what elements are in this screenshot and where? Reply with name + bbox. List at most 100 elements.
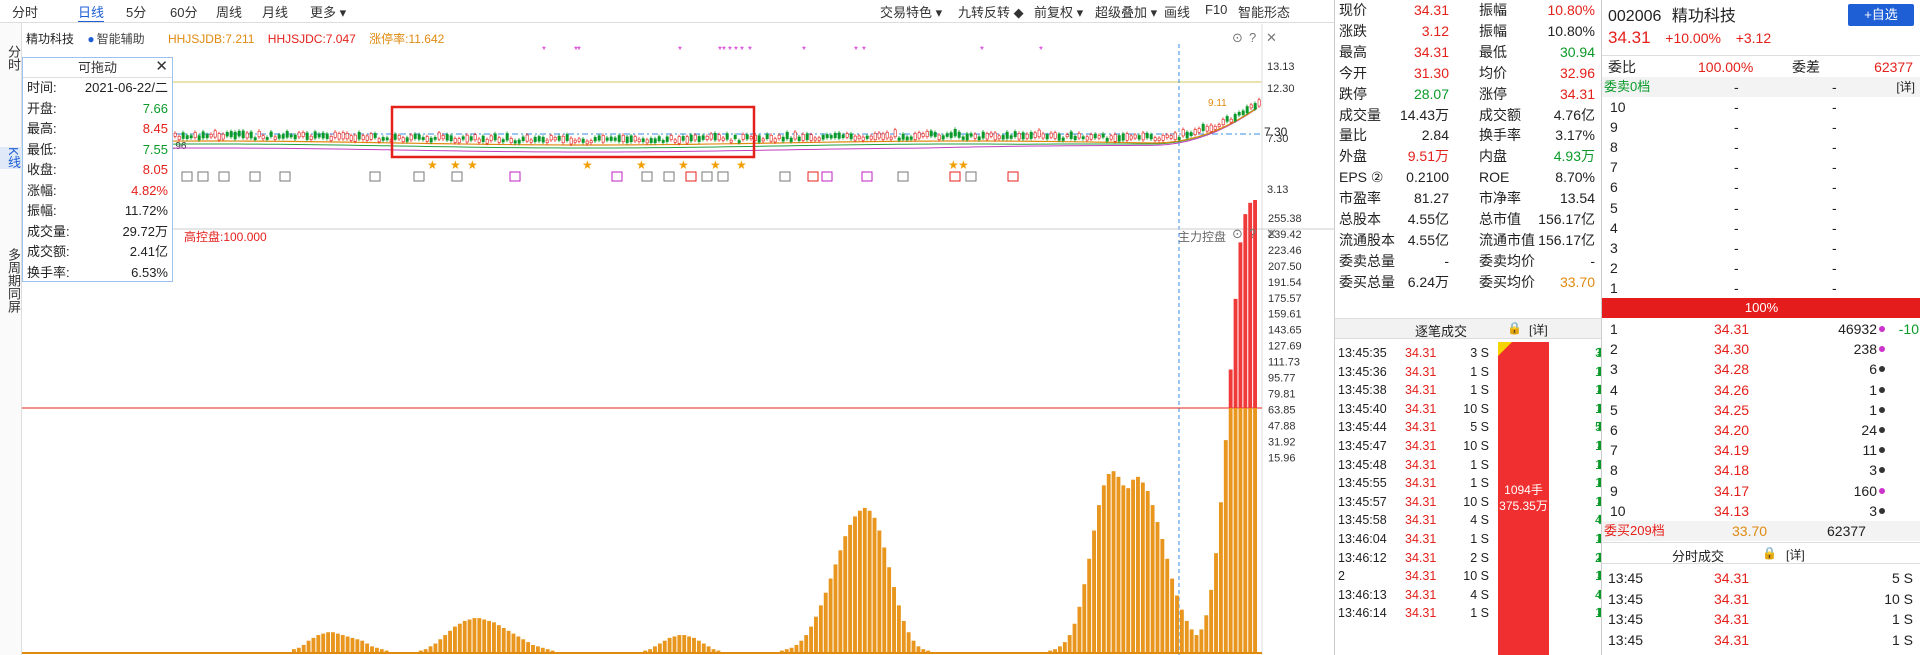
toolbar-item-4[interactable]: 周线 [216, 2, 242, 21]
buy-level-vol: 3 [1869, 502, 1877, 519]
tick-price: 34.31 [1405, 346, 1437, 360]
panel-row-label: 成交量: [27, 223, 70, 239]
sell-level-vol: - [1832, 119, 1837, 136]
tab-kline[interactable]: K线 [0, 147, 22, 169]
ticks-detail-link[interactable]: [详] [1529, 321, 1548, 338]
asterisk-marker-icon: * [802, 45, 806, 56]
price-axis-label: 3.13 [1267, 184, 1288, 196]
volume-bar [535, 646, 540, 652]
tab-multi-period[interactable]: 多周期同屏 [0, 248, 22, 313]
big-order-label: 1094手 375.35万 [1498, 482, 1549, 514]
toolbar-right-item-1[interactable]: 九转反转 ◆ [958, 2, 1024, 21]
indicator-hhjsjdc: HHJSJDC:7.047 [267, 32, 356, 46]
volume-axis-label: 207.50 [1268, 261, 1302, 273]
volume-bar [662, 640, 667, 652]
sell-level-vol: - [1832, 279, 1837, 296]
volume-bar [1170, 578, 1175, 652]
panel-row-label: 开盘: [27, 100, 57, 116]
tick-time: 13:45:55 [1338, 476, 1387, 491]
tab-fenshi[interactable]: 分时 [0, 45, 22, 71]
volume-bar [1218, 502, 1223, 652]
star-icon: ★ [710, 158, 721, 172]
tick-volume: 10 S [1463, 439, 1489, 453]
toolbar-right-item-4[interactable]: 画线 [1164, 2, 1190, 21]
fs-detail-link[interactable]: [详] [1786, 546, 1805, 563]
toolbar-item-2[interactable]: 5分 [126, 2, 146, 21]
star-icon: ★ [450, 158, 461, 172]
toolbar-right-item-6[interactable]: 智能形态 [1238, 2, 1290, 21]
tick-volume: 5 S [1470, 420, 1489, 435]
buy-level-vol: 46932 [1838, 321, 1877, 337]
toolbar-item-1[interactable]: 日线 [78, 2, 105, 22]
kline-chart[interactable]: 13.1312.307.303.137.303.969.11★ ★ ★ ★ ★ ★ ★ ★ ★ ★… [22, 24, 1334, 655]
sell-level-price: - [1734, 99, 1739, 115]
toolbar-item-5[interactable]: 月线 [262, 2, 288, 21]
sell-level-vol: - [1832, 139, 1837, 156]
panel-help-icon[interactable]: ? [1249, 226, 1256, 241]
sell-level-row: 7 - - [1602, 157, 1920, 177]
toolbar-right-item-3[interactable]: 超级叠加 ▾ [1095, 2, 1157, 21]
volume-bar [428, 646, 433, 652]
volume-bar [306, 640, 311, 652]
volume-bar [643, 650, 648, 652]
tick-volume: 10 S [1463, 569, 1489, 584]
quote-label: 委买均价 [1479, 273, 1535, 290]
panel-row-label: 成交额: [27, 244, 70, 259]
toolbar-item-0[interactable]: 分时 [12, 2, 38, 21]
volume-bar [896, 605, 901, 652]
tick-price: 34.31 [1405, 420, 1437, 435]
draggable-info-panel[interactable]: 可拖动 ✕ 时间: 2021-06-22/二 开盘: 7.66 最高: 8.45 最低: 7.… [22, 57, 173, 282]
left-view-tabs: 分时 K线 多周期同屏 [0, 23, 22, 655]
buy-level-vol: 3 [1869, 462, 1877, 479]
volume-bar [1155, 522, 1160, 652]
ticks-header: 逐笔成交 🔒 [详] [1335, 318, 1601, 339]
sell-level-row: 3 - - [1602, 238, 1920, 258]
quote-label: 振幅 [1479, 2, 1507, 18]
volume-axis-label: 95.77 [1268, 373, 1296, 385]
sell-level-no: 3 [1610, 239, 1618, 256]
panel-settings-icon[interactable]: ⊙ [1232, 226, 1243, 242]
volume-bar [838, 550, 843, 652]
toolbar-right-item-5[interactable]: F10 [1205, 2, 1227, 17]
chart-help-icon[interactable]: ? [1249, 30, 1256, 45]
volume-bar [1175, 595, 1179, 652]
volume-indicator-title: 高控盘:100.000 [184, 230, 267, 244]
volume-bar [1165, 558, 1170, 652]
toolbar-item-6[interactable]: 更多 ▾ [310, 2, 346, 21]
asterisk-marker-icon: * [678, 45, 682, 56]
add-watchlist-button[interactable]: +自选 [1848, 4, 1914, 26]
volume-bar [335, 633, 340, 652]
quote-value: 4.55亿 [1407, 231, 1449, 248]
panel-close-icon[interactable]: ✕ [1266, 226, 1277, 242]
volume-bar [1204, 615, 1209, 652]
sell-level-no: 7 [1610, 159, 1618, 176]
chart-settings-icon[interactable]: ⊙ [1232, 30, 1243, 46]
volume-bar [423, 649, 428, 652]
toolbar-item-3[interactable]: 60分 [170, 2, 197, 21]
fs-volume: 1 S [1891, 611, 1913, 627]
panel-row: 换手率: 6.53% [23, 263, 172, 284]
quote-label: EPS ② [1339, 169, 1384, 186]
volume-bar [355, 639, 360, 652]
quote-label: 流通股本 [1339, 231, 1395, 248]
price-axis-label: 12.30 [1267, 83, 1295, 95]
stock-header: 002006 精功科技 [1608, 2, 1736, 26]
panel-title[interactable]: 可拖动 [23, 58, 172, 78]
buy-level-price: 34.31 [1714, 321, 1750, 337]
ticks-title: 逐笔成交 [1415, 324, 1468, 339]
order-ratio-row: 委比 100.00% 委差 62377 [1608, 59, 1913, 75]
close-icon[interactable]: ✕ [155, 58, 168, 76]
tick-price: 34.31 [1405, 364, 1437, 379]
toolbar-right-item-2[interactable]: 前复权 ▾ [1034, 2, 1083, 21]
volume-bar [1184, 620, 1189, 652]
panel-row: 收盘: 8.05 [23, 160, 172, 181]
chart-close-icon[interactable]: ✕ [1266, 30, 1277, 46]
order-dot-icon [1879, 507, 1885, 514]
fs-volume: 1 S [1891, 631, 1913, 648]
fs-time: 13:45 [1608, 590, 1644, 607]
toolbar-right-item-0[interactable]: 交易特色 ▾ [880, 2, 942, 21]
smart-assist-toggle[interactable]: ● 智能辅助 [87, 32, 154, 46]
quote-label: 今开 [1339, 64, 1367, 81]
tick-price: 34.31 [1405, 587, 1437, 602]
quote-label: 委卖均价 [1479, 252, 1535, 269]
